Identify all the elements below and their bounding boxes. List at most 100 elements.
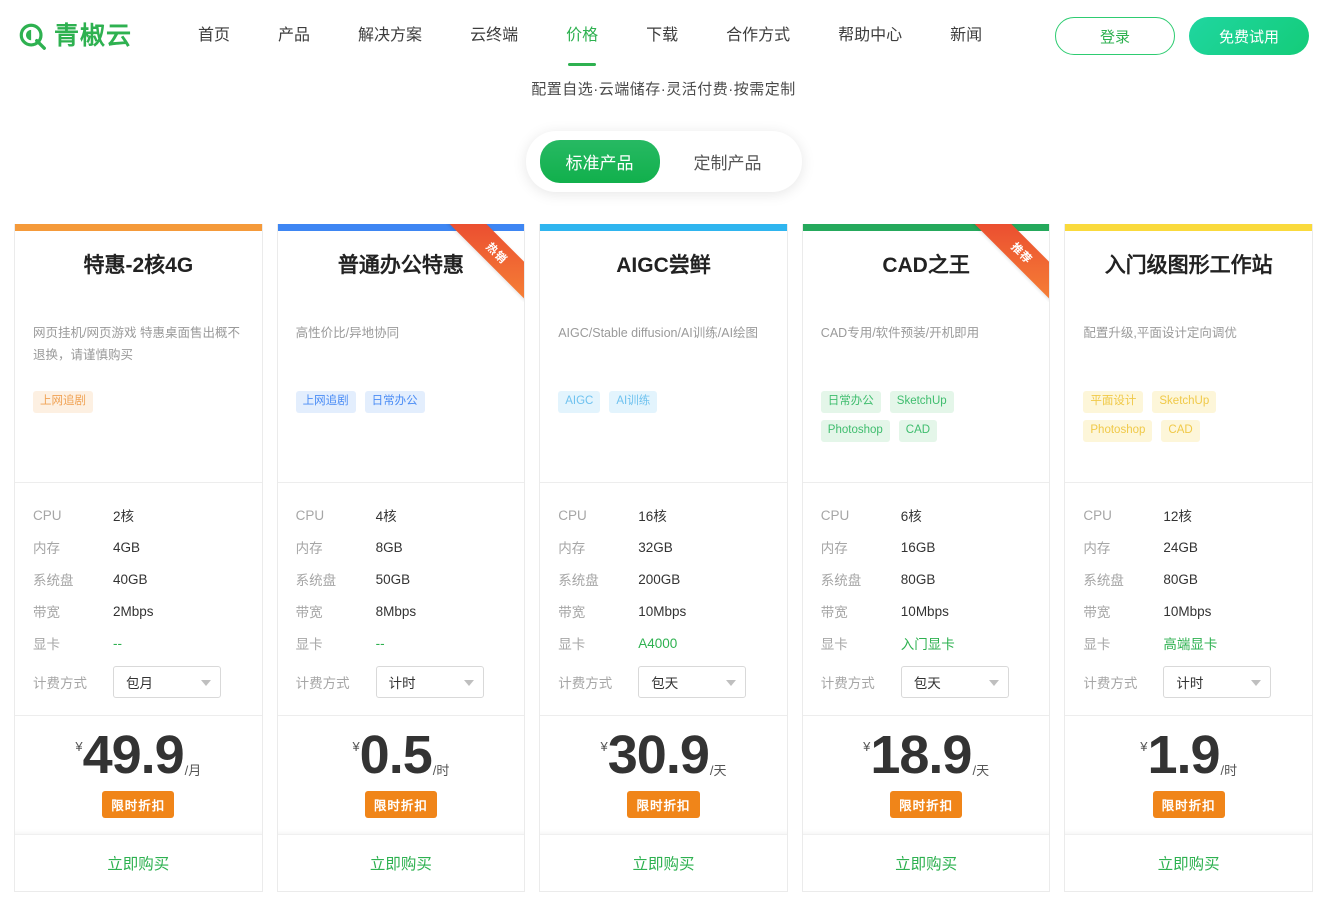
spec-value-disk: 80GB <box>900 571 936 587</box>
chevron-down-icon <box>726 680 737 686</box>
spec-label-disk: 系统盘 <box>33 573 74 588</box>
spec-value-bandwidth: 10Mbps <box>900 603 949 619</box>
price-unit: /时 <box>1220 763 1238 779</box>
billing-mode-value: 包天 <box>651 676 679 691</box>
billing-mode-value: 包月 <box>126 676 154 691</box>
price-unit: /月 <box>184 763 202 779</box>
chevron-down-icon <box>1251 680 1262 686</box>
spec-row-bandwidth: 带宽 10Mbps <box>1083 595 1294 627</box>
nav-item-help-center[interactable]: 帮助中心 <box>814 28 926 44</box>
buy-now-button[interactable]: 立即购买 <box>540 835 787 892</box>
card-tag: CAD <box>1161 420 1200 442</box>
spec-row-gpu: 显卡 -- <box>33 627 244 659</box>
nav-item-pricing[interactable]: 价格 <box>542 28 622 44</box>
card-tag-list: 平面设计 SketchUp Photoshop CAD <box>1083 391 1294 442</box>
spec-row-bandwidth: 带宽 8Mbps <box>296 595 507 627</box>
spec-row-gpu: 显卡 入门显卡 <box>821 627 1032 659</box>
price-amount: 1.9 <box>1147 725 1220 785</box>
spec-label-bandwidth: 带宽 <box>558 605 586 620</box>
card-accent-bar <box>15 224 262 231</box>
spec-label-gpu: 显卡 <box>295 637 323 652</box>
card-tag: 上网追剧 <box>295 391 356 414</box>
spec-row-disk: 系统盘 80GB <box>1083 563 1294 595</box>
spec-label-bandwidth: 带宽 <box>1083 605 1111 620</box>
card-description: 高性价比/异地协同 <box>295 326 400 341</box>
price-amount: 0.5 <box>359 725 433 785</box>
spec-value-cpu: 12核 <box>1163 509 1192 524</box>
currency-symbol: ¥ <box>75 739 83 754</box>
price-line: ¥ 30.9 /天 <box>601 725 727 785</box>
spec-row-disk: 系统盘 50GB <box>296 563 507 595</box>
card-header: 特惠-2核4G 网页挂机/网页游戏 特惠桌面售出概不退换，请谨慎购买 上网追剧 <box>15 231 262 483</box>
discount-badge: 限时折扣 <box>890 791 963 819</box>
billing-mode-select[interactable]: 计时 <box>1163 666 1272 698</box>
chevron-down-icon <box>201 680 212 686</box>
spec-value-cpu: 2核 <box>113 509 135 524</box>
login-button[interactable]: 登录 <box>1055 17 1175 55</box>
site-logo[interactable]: 青椒云 <box>18 21 132 51</box>
discount-badge: 限时折扣 <box>1152 791 1225 819</box>
spec-value-memory: 16GB <box>900 539 936 555</box>
spec-row-cpu: CPU 16核 <box>558 499 769 531</box>
price-amount: 30.9 <box>607 725 710 785</box>
currency-symbol: ¥ <box>352 739 360 754</box>
buy-now-button[interactable]: 立即购买 <box>15 835 262 892</box>
spec-row-gpu: 显卡 A4000 <box>558 627 769 659</box>
spec-label-bandwidth: 带宽 <box>33 605 61 620</box>
nav-item-home[interactable]: 首页 <box>174 28 254 44</box>
spec-row-bandwidth: 带宽 10Mbps <box>558 595 769 627</box>
billing-mode-select[interactable]: 包天 <box>900 666 1009 698</box>
card-tag: SketchUp <box>889 391 954 414</box>
discount-badge: 限时折扣 <box>627 791 700 819</box>
spec-row-billing: 计费方式 计时 <box>296 659 507 705</box>
tab-standard-products[interactable]: 标准产品 <box>539 140 660 183</box>
spec-row-bandwidth: 带宽 10Mbps <box>821 595 1032 627</box>
spec-row-disk: 系统盘 200GB <box>558 563 769 595</box>
logo-text: 青椒云 <box>54 21 133 50</box>
nav-item-partnership[interactable]: 合作方式 <box>702 28 814 44</box>
card-header: CAD之王 CAD专用/软件预装/开机即用 日常办公 SketchUp Photos… <box>802 231 1050 483</box>
card-tag-list: 上网追剧 <box>33 391 244 414</box>
nav-item-products[interactable]: 产品 <box>254 28 334 44</box>
card-tag-list: AIGC AI训练 <box>558 391 769 414</box>
buy-now-button[interactable]: 立即购买 <box>1065 835 1312 892</box>
nav-item-solutions[interactable]: 解决方案 <box>334 28 446 44</box>
card-title: 特惠-2核4G <box>83 254 194 277</box>
card-accent-bar <box>540 224 787 231</box>
spec-label-billing: 计费方式 <box>295 676 350 691</box>
nav-item-download[interactable]: 下载 <box>622 28 702 44</box>
nav-item-news[interactable]: 新闻 <box>926 28 1006 44</box>
card-tag-list: 上网追剧 日常办公 <box>295 391 507 414</box>
card-price-box: ¥ 18.9 /天 限时折扣 <box>802 716 1050 836</box>
spec-row-billing: 计费方式 计时 <box>1083 659 1294 705</box>
pricing-card-5: 入门级图形工作站 配置升级,平面设计定向调优 平面设计 SketchUp Photo… <box>1064 224 1313 893</box>
spec-label-disk: 系统盘 <box>558 573 599 588</box>
spec-value-gpu: 入门显卡 <box>900 637 955 652</box>
spec-value-bandwidth: 10Mbps <box>1163 603 1212 619</box>
buy-now-button[interactable]: 立即购买 <box>277 835 525 892</box>
buy-now-button[interactable]: 立即购买 <box>802 835 1050 892</box>
billing-mode-select[interactable]: 计时 <box>375 666 484 698</box>
card-tag: CAD <box>898 420 938 442</box>
spec-row-memory: 内存 8GB <box>296 531 507 563</box>
spec-row-gpu: 显卡 高端显卡 <box>1083 627 1294 659</box>
billing-mode-select[interactable]: 包月 <box>113 666 222 698</box>
spec-label-cpu: CPU <box>1083 507 1112 523</box>
nav-item-cloud-terminal[interactable]: 云终端 <box>446 28 542 44</box>
card-tag: 日常办公 <box>820 391 881 414</box>
page-subtitle: 配置自选·云端储存·灵活付费·按需定制 <box>531 81 796 98</box>
billing-mode-select[interactable]: 包天 <box>638 666 747 698</box>
pricing-card-1: 特惠-2核4G 网页挂机/网页游戏 特惠桌面售出概不退换，请谨慎购买 上网追剧 … <box>14 224 263 893</box>
price-line: ¥ 0.5 /时 <box>352 725 449 785</box>
spec-row-gpu: 显卡 -- <box>296 627 507 659</box>
spec-row-billing: 计费方式 包天 <box>821 659 1032 705</box>
spec-label-memory: 内存 <box>558 541 586 556</box>
card-price-box: ¥ 1.9 /时 限时折扣 <box>1065 716 1312 836</box>
spec-value-memory: 4GB <box>113 539 141 555</box>
card-spec-table: CPU 4核 内存 8GB 系统盘 50GB 带宽 8Mbps 显卡 -- 计费… <box>277 483 525 716</box>
tab-custom-products[interactable]: 定制产品 <box>668 140 788 183</box>
spec-label-disk: 系统盘 <box>1083 573 1124 588</box>
free-trial-button[interactable]: 免费试用 <box>1189 17 1309 55</box>
spec-value-gpu: -- <box>375 635 385 651</box>
spec-value-cpu: 4核 <box>375 509 397 524</box>
